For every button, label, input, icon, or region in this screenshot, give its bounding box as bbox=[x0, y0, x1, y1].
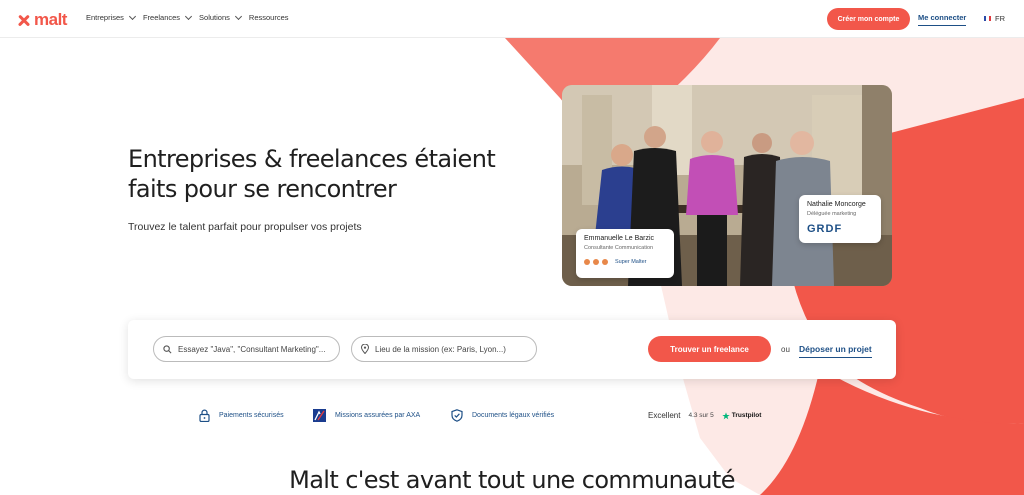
malt-logo[interactable]: malt bbox=[17, 10, 67, 30]
freelancer-card-right: Nathalie Moncorge Déléguée marketing GRD… bbox=[799, 195, 881, 243]
axa-logo bbox=[313, 409, 326, 422]
freelancer-name: Emmanuelle Le Barzic bbox=[584, 235, 655, 242]
trust-item-payments: Paiements sécurisés bbox=[199, 409, 284, 422]
trustpilot-star-icon bbox=[722, 411, 730, 419]
super-malter-icon bbox=[602, 259, 608, 265]
chevron-down-icon bbox=[185, 12, 193, 20]
trust-label: Documents légaux vérifiés bbox=[472, 412, 555, 419]
top-navigation-bar: malt Entreprises Freelances Solutions Re… bbox=[0, 0, 1024, 38]
super-malter-icon bbox=[584, 259, 590, 265]
logo-text: malt bbox=[34, 10, 67, 29]
freelancer-name: Nathalie Moncorge bbox=[807, 201, 866, 208]
freelancer-role: Déléguée marketing bbox=[807, 211, 857, 217]
nav-item-ressources[interactable]: Ressources bbox=[249, 13, 289, 22]
location-pin-icon bbox=[361, 344, 369, 354]
trust-label: Missions assurées par AXA bbox=[335, 412, 421, 419]
trustpilot-score: 4.3 sur 5 bbox=[688, 412, 714, 419]
search-input[interactable]: Essayez "Java", "Consultant Marketing"..… bbox=[153, 336, 340, 362]
create-account-button[interactable]: Créer mon compte bbox=[827, 8, 910, 30]
language-selector[interactable]: FR bbox=[984, 14, 1005, 23]
hero-subtitle: Trouvez le talent parfait pour propulser… bbox=[128, 221, 362, 233]
trustpilot-label: Excellent bbox=[648, 411, 681, 420]
nav-item-label: Entreprises bbox=[86, 13, 124, 22]
find-freelance-button[interactable]: Trouver un freelance bbox=[648, 336, 771, 362]
nav-item-label: Solutions bbox=[199, 13, 230, 22]
super-malter-icon bbox=[593, 259, 599, 265]
france-flag-icon bbox=[984, 16, 991, 21]
shield-check-icon bbox=[451, 409, 463, 422]
nav-item-label: Freelances bbox=[142, 13, 181, 22]
freelancer-role: Consultante Communication bbox=[584, 245, 654, 251]
super-malter-badge: Super Malter bbox=[584, 259, 666, 265]
login-link[interactable]: Me connecter bbox=[918, 13, 967, 26]
nav-item-freelances[interactable]: Freelances bbox=[142, 12, 193, 22]
trust-item-axa: Missions assurées par AXA bbox=[313, 409, 420, 422]
grdf-logo: GRDF bbox=[807, 223, 843, 235]
chevron-down-icon bbox=[128, 12, 136, 20]
hero-title: Entreprises & freelances étaient faits p… bbox=[128, 144, 508, 204]
main-nav: Entreprises Freelances Solutions Ressour… bbox=[86, 12, 289, 22]
search-icon bbox=[163, 344, 172, 353]
trust-item-documents: Documents légaux vérifiés bbox=[451, 409, 554, 422]
hero-title-line: Entreprises & freelances étaient bbox=[128, 145, 496, 173]
trustpilot-brand: Trustpilot bbox=[722, 411, 762, 420]
nav-item-label: Ressources bbox=[248, 13, 289, 22]
or-label: ou bbox=[781, 345, 790, 354]
community-section-title: Malt c'est avant tout une communauté bbox=[289, 466, 735, 494]
search-placeholder: Essayez "Java", "Consultant Marketing"..… bbox=[178, 344, 326, 354]
freelancer-card-left: Emmanuelle Le Barzic Consultante Communi… bbox=[576, 229, 674, 278]
trust-label: Paiements sécurisés bbox=[219, 412, 284, 419]
nav-item-solutions[interactable]: Solutions bbox=[199, 12, 242, 22]
location-input[interactable]: Lieu de la mission (ex: Paris, Lyon...) bbox=[351, 336, 537, 362]
hero-title-line: faits pour se rencontrer bbox=[128, 175, 397, 203]
post-project-link[interactable]: Déposer un projet bbox=[799, 344, 872, 358]
lock-icon bbox=[199, 409, 210, 422]
language-label: FR bbox=[995, 14, 1005, 23]
trustpilot-brand-label: Trustpilot bbox=[731, 412, 762, 419]
location-placeholder: Lieu de la mission (ex: Paris, Lyon...) bbox=[375, 344, 506, 354]
search-panel: Essayez "Java", "Consultant Marketing"..… bbox=[128, 320, 896, 379]
super-malter-label: Super Malter bbox=[615, 259, 647, 265]
chevron-down-icon bbox=[234, 12, 242, 20]
trustpilot-rating[interactable]: Excellent 4.3 sur 5 Trustpilot bbox=[648, 411, 761, 420]
nav-item-entreprises[interactable]: Entreprises bbox=[86, 12, 136, 22]
malt-logo-icon bbox=[17, 14, 31, 27]
